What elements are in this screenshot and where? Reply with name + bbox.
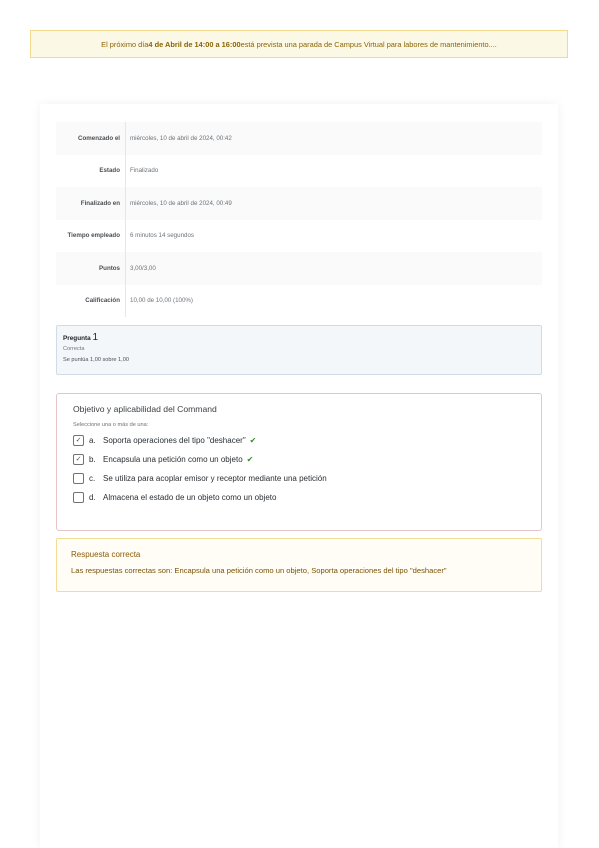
answer-option-a[interactable]: ✓ a. Soporta operaciones del tipo "desha… — [73, 431, 525, 450]
quiz-review-card: Comenzado el miércoles, 10 de abril de 2… — [40, 104, 558, 848]
question-grade: Se puntúa 1,00 sobre 1,00 — [63, 357, 129, 363]
answer-option-c[interactable]: c. Se utiliza para acoplar emisor y rece… — [73, 469, 525, 488]
feedback-text: Las respuestas correctas son: Encapsula … — [71, 566, 447, 575]
attempt-summary-table: Comenzado el miércoles, 10 de abril de 2… — [56, 122, 542, 317]
summary-row-started: Comenzado el miércoles, 10 de abril de 2… — [56, 122, 542, 155]
option-letter: d. — [89, 493, 96, 502]
summary-row-points: Puntos 3,00/3,00 — [56, 252, 542, 285]
summary-label: Puntos — [56, 252, 126, 285]
summary-label: Tiempo empleado — [56, 219, 126, 252]
banner-prefix: El próximo día — [101, 39, 149, 49]
answer-option-d[interactable]: d. Almacena el estado de un objeto como … — [73, 488, 525, 507]
check-icon: ✔ — [246, 455, 254, 464]
check-icon: ✔ — [249, 436, 257, 445]
summary-label: Calificación — [56, 284, 126, 317]
question-state: Correcta — [63, 346, 85, 352]
question-prompt: Seleccione una o más de una: — [73, 422, 149, 428]
checkbox-checked-icon[interactable]: ✓ — [73, 454, 84, 465]
question-title: Pregunta 1 — [63, 332, 535, 343]
question-number: 1 — [92, 332, 99, 343]
summary-value: miércoles, 10 de abril de 2024, 00:49 — [125, 187, 542, 220]
summary-row-state: Estado Finalizado — [56, 154, 542, 187]
summary-label: Finalizado en — [56, 187, 126, 220]
question-title-label: Pregunta — [63, 335, 91, 342]
summary-row-grade: Calificación 10,00 de 10,00 (100%) — [56, 284, 542, 317]
checkbox-checked-icon[interactable]: ✓ — [73, 435, 84, 446]
page: El próximo día 4 de Abril de 14:00 a 16:… — [0, 0, 599, 848]
summary-value: Finalizado — [130, 167, 159, 175]
summary-row-time-taken: Tiempo empleado 6 minutos 14 segundos — [56, 219, 542, 252]
summary-label: Comenzado el — [56, 122, 126, 155]
option-text: Encapsula una petición como un objeto — [103, 455, 243, 464]
question-content: Objetivo y aplicabilidad del Command Sel… — [56, 393, 542, 531]
question-text: Objetivo y aplicabilidad del Command — [73, 404, 217, 414]
checkbox-unchecked-icon[interactable] — [73, 492, 84, 503]
option-letter: c. — [89, 474, 96, 483]
question-info-box: Pregunta 1 Correcta Se puntúa 1,00 sobre… — [56, 325, 542, 375]
summary-value: 6 minutos 14 segundos — [130, 232, 194, 240]
banner-suffix: está prevista una parada de Campus Virtu… — [240, 39, 497, 49]
option-text: Soporta operaciones del tipo "deshacer" — [103, 436, 246, 445]
summary-value: miércoles, 10 de abril de 2024, 00:42 — [125, 122, 542, 155]
feedback-box: Respuesta correcta Las respuestas correc… — [56, 538, 542, 592]
summary-value: 10,00 de 10,00 (100%) — [130, 297, 193, 305]
summary-value: 3,00/3,00 — [125, 252, 542, 285]
option-text: Almacena el estado de un objeto como un … — [103, 493, 277, 502]
answer-option-b[interactable]: ✓ b. Encapsula una petición como un obje… — [73, 450, 525, 469]
option-letter: b. — [89, 455, 96, 464]
checkbox-unchecked-icon[interactable] — [73, 473, 84, 484]
banner-highlight: 4 de Abril de 14:00 a 16:00 — [148, 39, 241, 49]
summary-label: Estado — [56, 154, 126, 187]
feedback-title: Respuesta correcta — [71, 550, 141, 559]
option-letter: a. — [89, 436, 96, 445]
maintenance-banner: El próximo día 4 de Abril de 14:00 a 16:… — [30, 30, 568, 58]
option-text: Se utiliza para acoplar emisor y recepto… — [103, 474, 327, 483]
summary-row-finished: Finalizado en miércoles, 10 de abril de … — [56, 187, 542, 220]
